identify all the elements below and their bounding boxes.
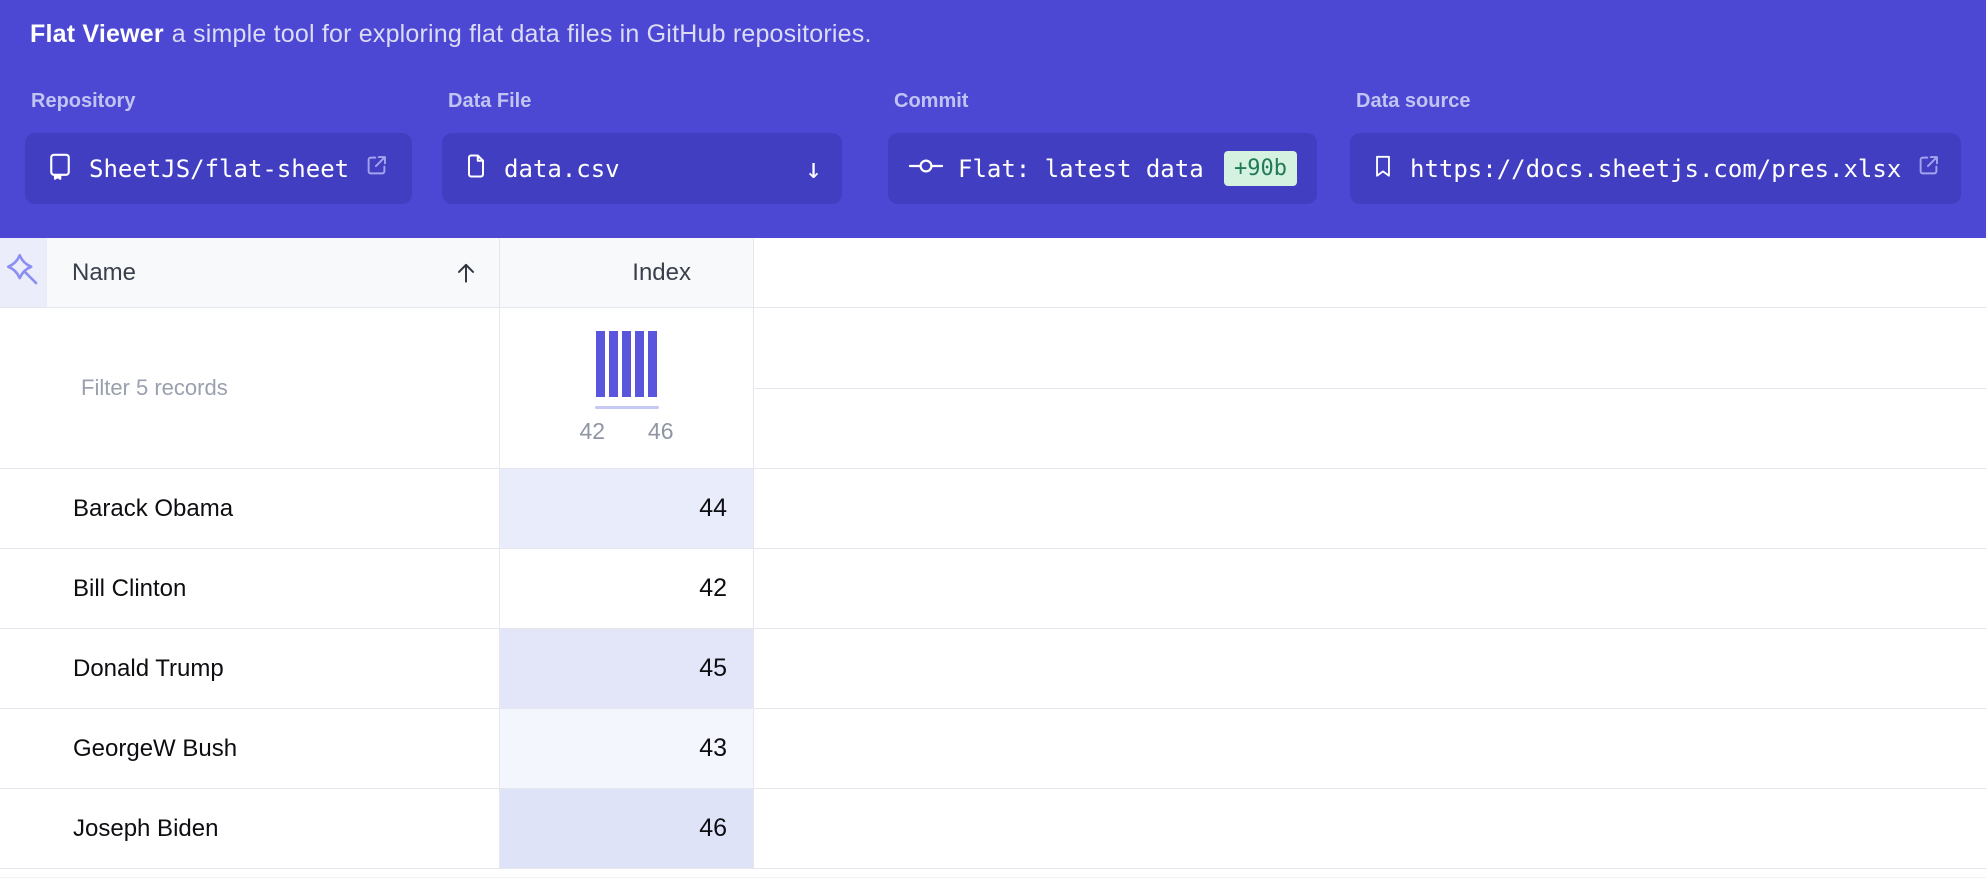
table-header-row: Name Index [0,238,1986,308]
data-table: Name Index 42 46 Barack O [0,238,1986,888]
commit-label: Commit [894,90,968,113]
index-cell: 45 [500,629,754,708]
table-footer-area [0,869,1986,888]
data-file-select[interactable]: data.csv ↓ [442,133,842,204]
filter-empty-area [754,308,1986,468]
histogram-min-label: 42 [580,418,606,445]
name-header-label: Name [72,259,136,287]
data-source-button[interactable]: https://docs.sheetjs.com/pres.xlsx [1350,133,1961,204]
title-bar: Flat Viewer a simple tool for exploring f… [0,0,1986,49]
row-empty-area [754,629,1986,708]
column-header-name[interactable]: Name [47,238,500,307]
data-file-label: Data File [448,90,531,113]
row-empty-area [754,789,1986,868]
column-header-index[interactable]: Index [500,238,754,307]
app-subtitle: a simple tool for exploring flat data fi… [172,20,872,48]
external-link-icon[interactable] [363,152,390,185]
histogram-max-label: 46 [648,418,674,445]
index-histogram-bars [596,331,657,397]
index-header-label: Index [632,259,691,287]
row-divider [754,388,1986,389]
repository-widget: Repository SheetJS/flat-sheet [25,90,135,113]
footer-divider [0,877,1986,878]
repo-book-icon [45,151,75,187]
row-empty-area [754,709,1986,788]
commit-select[interactable]: Flat: latest data +90b [888,133,1317,204]
histogram-bar [635,331,644,397]
index-cell: 46 [500,789,754,868]
data-source-widget: Data source https://docs.sheetjs.com/pre… [1350,90,1471,113]
name-cell: GeorgeW Bush [0,709,500,788]
sort-ascending-icon [453,260,479,286]
name-cell: Bill Clinton [0,549,500,628]
histogram-bar [622,331,631,397]
index-cell: 43 [500,709,754,788]
name-cell: Donald Trump [0,629,500,708]
commit-widget: Commit Flat: latest data +90b [888,90,968,113]
histogram-bar [609,331,618,397]
repository-button[interactable]: SheetJS/flat-sheet [25,133,412,204]
data-file-widget: Data File data.csv ↓ [442,90,531,113]
commit-icon [908,155,944,183]
bookmark-icon [1370,151,1396,187]
row-empty-area [754,549,1986,628]
external-link-icon[interactable] [1915,152,1942,185]
histogram-bar [596,331,605,397]
commit-message: Flat: latest data [958,155,1204,183]
index-histogram-filter[interactable]: 42 46 [500,308,754,468]
repository-label: Repository [31,90,135,113]
name-filter-cell [0,308,500,468]
commit-diff-badge: +90b [1224,151,1297,186]
header-empty-area [754,238,1986,307]
table-filter-row: 42 46 [0,308,1986,469]
file-icon [462,151,490,187]
table-row: Donald Trump 45 [0,629,1986,709]
download-arrow-icon[interactable]: ↓ [805,155,822,183]
row-empty-area [754,469,1986,548]
table-row: GeorgeW Bush 43 [0,709,1986,789]
histogram-range-labels: 42 46 [580,418,674,445]
data-source-label: Data source [1356,90,1471,113]
filter-input[interactable] [0,308,499,468]
index-cell: 42 [500,549,754,628]
table-row: Bill Clinton 42 [0,549,1986,629]
sticky-column-toggle[interactable] [0,238,47,307]
pushpin-icon [5,252,41,293]
app-header: Flat Viewer a simple tool for exploring f… [0,0,1986,238]
name-cell: Barack Obama [0,469,500,548]
repository-name: SheetJS/flat-sheet [89,155,349,183]
histogram-range-underline [595,406,659,409]
name-cell: Joseph Biden [0,789,500,868]
index-cell: 44 [500,469,754,548]
histogram-bar [648,331,657,397]
table-row: Barack Obama 44 [0,469,1986,549]
table-row: Joseph Biden 46 [0,789,1986,869]
data-file-name: data.csv [504,155,620,183]
data-source-url: https://docs.sheetjs.com/pres.xlsx [1410,155,1901,183]
app-title: Flat Viewer [30,20,164,48]
